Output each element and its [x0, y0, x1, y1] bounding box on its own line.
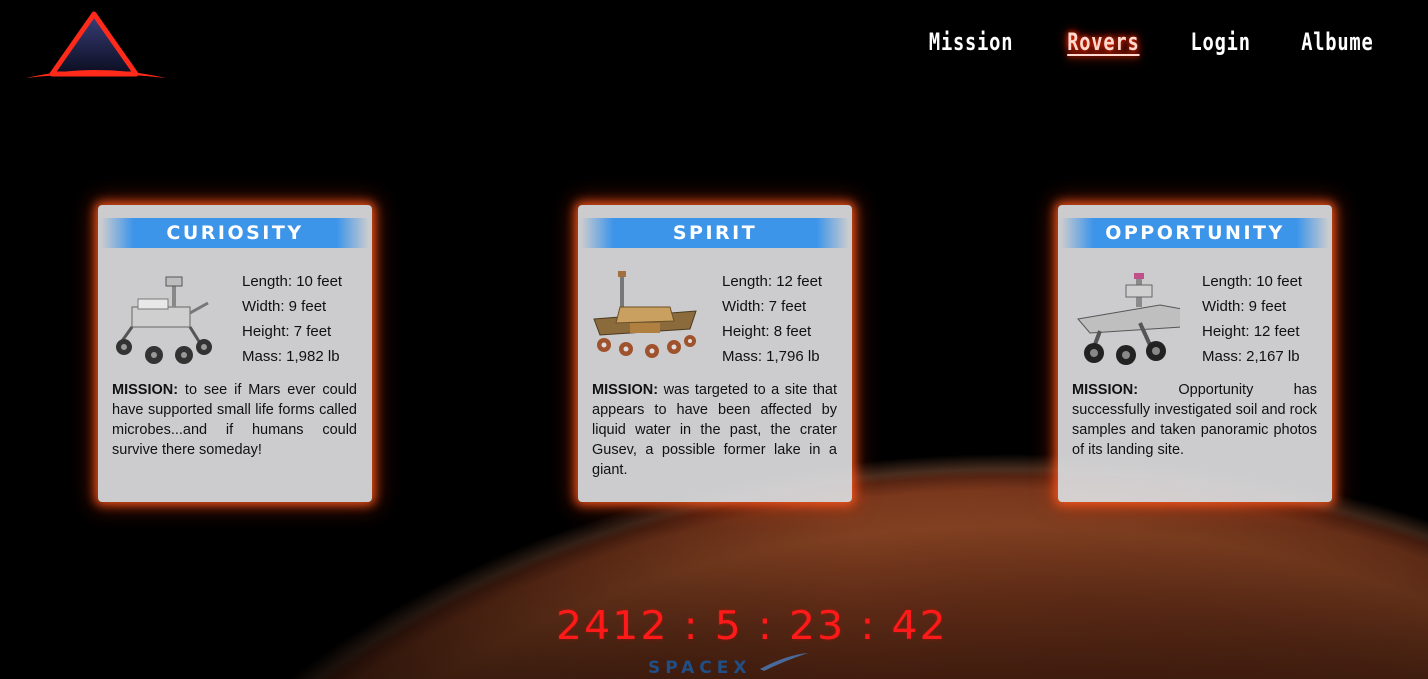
spec-width: Width: 9 feet: [242, 298, 327, 315]
countdown-timer: 2412 : 5 : 23 : 42: [556, 604, 948, 649]
mission-label: MISSION:: [112, 382, 179, 398]
spacex-logo: SPACEX: [648, 653, 808, 677]
spec-mass: Mass: 1,982 lb: [242, 348, 340, 365]
curiosity-rover-image: [116, 276, 212, 364]
spec-mass: Mass: 1,796 lb: [722, 348, 820, 365]
opportunity-rover-image: [1077, 273, 1180, 365]
triangle-logo-icon[interactable]: [24, 10, 170, 82]
spec-mass: Mass: 2,167 lb: [1202, 348, 1300, 365]
nav-rovers[interactable]: Rovers: [1068, 28, 1140, 56]
mission-text: MISSION: to see if Mars ever could have …: [112, 380, 357, 460]
spec-height: Height: 8 feet: [722, 323, 812, 340]
rover-card-opportunity: OPPORTUNITY Length: 10 feet Width: 9 fee…: [1058, 205, 1332, 502]
rover-specs: Length: 12 feet Width: 7 feet Height: 8 …: [722, 269, 822, 369]
mission-label: MISSION:: [592, 382, 659, 398]
spec-width: Width: 7 feet: [722, 298, 807, 315]
mission-label: MISSION:: [1072, 382, 1139, 398]
spacex-logo-text: SPACEX: [648, 658, 752, 677]
nav-albume[interactable]: Albume: [1301, 28, 1373, 56]
mission-text: MISSION: Opportunity has successfully in…: [1072, 380, 1317, 460]
rover-card-spirit: SPIRIT Length: 12 feet Width: 7 feet Hei…: [578, 205, 852, 502]
mission-text: MISSION: was targeted to a site that app…: [592, 380, 837, 480]
rover-specs: Length: 10 feet Width: 9 feet Height: 12…: [1202, 269, 1302, 369]
spirit-rover-image: [593, 271, 697, 358]
rover-card-title: SPIRIT: [581, 218, 849, 248]
spec-width: Width: 9 feet: [1202, 298, 1287, 315]
nav-mission[interactable]: Mission: [929, 28, 1013, 56]
nav-login[interactable]: Login: [1191, 28, 1251, 56]
rover-card-title: CURIOSITY: [101, 218, 369, 248]
rover-card-title: OPPORTUNITY: [1061, 218, 1329, 248]
spec-length: Length: 12 feet: [722, 273, 823, 290]
spec-length: Length: 10 feet: [1202, 273, 1303, 290]
spec-height: Height: 12 feet: [1202, 323, 1300, 340]
rover-specs: Length: 10 feet Width: 9 feet Height: 7 …: [242, 269, 342, 369]
spec-length: Length: 10 feet: [242, 273, 343, 290]
rover-card-curiosity: CURIOSITY Length: 10 feet Width: 9 feet …: [98, 205, 372, 502]
spec-height: Height: 7 feet: [242, 323, 332, 340]
main-nav: Mission Rovers Login Albume: [917, 28, 1384, 56]
